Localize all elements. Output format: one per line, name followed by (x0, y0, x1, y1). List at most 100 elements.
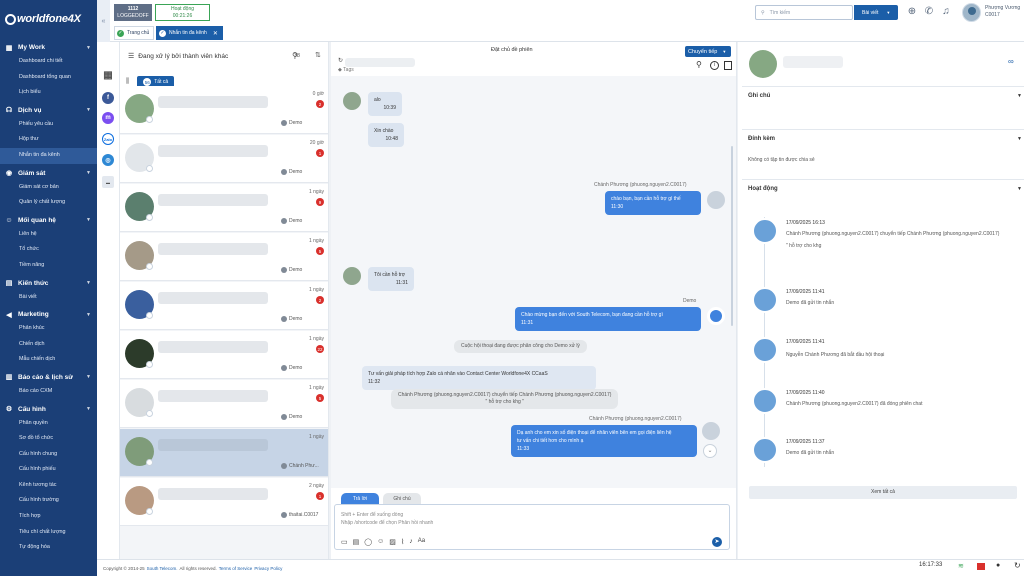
info-icon[interactable]: i (710, 61, 719, 70)
section-my-work[interactable]: ▦ My Work ▼ (0, 41, 97, 54)
sidebar-item-organizations[interactable]: Tổ chức (0, 242, 97, 258)
scrollbar[interactable] (731, 146, 733, 326)
section-knowledge[interactable]: ▤ Kiến thức ▼ (0, 277, 97, 290)
search-icon[interactable]: ⚲ (292, 51, 298, 60)
terms-link[interactable]: Terms of Service (219, 566, 253, 571)
sidebar-item-mailbox[interactable]: Hộp thư (0, 132, 97, 148)
activity-status[interactable]: Hoạt động 00:21:26 (155, 4, 210, 21)
conversation-row-selected[interactable]: 1 ngày Chánh Phư... (120, 429, 328, 477)
sidebar-item-articles[interactable]: Bài viết (0, 290, 97, 306)
tab-home[interactable]: ✓ Trang chủ (114, 26, 155, 40)
sidebar-item-leads[interactable]: Tiềm năng (0, 258, 97, 274)
sidebar-item-cxm-report[interactable]: Báo cáo CXM (0, 384, 97, 400)
sidebar-item-campaign-templates[interactable]: Mẫu chiến dịch (0, 352, 97, 368)
message-compose[interactable]: Shift + Enter để xuống dòng Nhập /shortco… (334, 504, 730, 550)
sidebar-item-omnichannel[interactable]: Nhắn tin đa kênh (0, 147, 97, 164)
app-logo[interactable]: worldfone4X (0, 0, 97, 38)
sidebar-item-org-chart[interactable]: Sơ đồ tổ chức (0, 431, 97, 447)
image-icon[interactable]: ▨ (389, 538, 396, 546)
logo-text: worldfone4X (17, 13, 81, 25)
privacy-link[interactable]: Privacy Policy (254, 566, 282, 571)
user-avatar[interactable] (962, 3, 981, 22)
section-relations[interactable]: ☺ Mối quan hệ ▼ (0, 214, 97, 227)
section-monitoring[interactable]: ◉ Giám sát ▼ (0, 167, 97, 180)
footer: Copyright © 2014-25 South Telecom. All r… (97, 559, 1024, 576)
link-icon[interactable]: ∞ (1008, 57, 1014, 66)
activity-section[interactable]: Hoạt động ▼ (742, 179, 1024, 201)
attach-icon[interactable]: ⌇ (401, 538, 404, 546)
bell-icon[interactable]: ♫ (940, 6, 952, 18)
panel-toggle-icon[interactable] (724, 61, 732, 70)
conversation-row[interactable]: 1 ngày 5 Demo (120, 380, 328, 428)
conversation-row[interactable]: 0 giờ 2 Demo (120, 86, 328, 134)
add-icon[interactable]: ⊕ (906, 6, 918, 18)
user-info[interactable]: Phượng Vương C0017 (985, 5, 1020, 19)
sidebar-item-basic-monitoring[interactable]: Giám sát cơ bản (0, 180, 97, 196)
chat-bubble-icon[interactable]: ◯ (364, 538, 372, 546)
grid-icon[interactable]: ▦ (102, 69, 114, 81)
sidebar-item-integration[interactable]: Tích hợp (0, 509, 97, 525)
notes-section[interactable]: Ghi chú ▼ (742, 86, 1024, 121)
conversation-row[interactable]: 1 ngày 2 Demo (120, 282, 328, 330)
tags-row[interactable]: ◆ Tags (338, 67, 354, 73)
extension-status[interactable]: 1112 LOGGEDOFF (114, 4, 152, 21)
attachments-section[interactable]: Đính kèm ▼ Không có tập tin được chia sẻ (742, 129, 1024, 174)
sidebar-item-ticket-config[interactable]: Cấu hình phiếu (0, 462, 97, 478)
company-link[interactable]: South Telecom. (147, 566, 178, 571)
emoji-icon[interactable]: ☺ (377, 538, 384, 546)
chat-topic-title[interactable]: Đặt chủ đề phiên (491, 47, 533, 53)
refresh-icon[interactable]: ↻ (338, 57, 343, 64)
section-services[interactable]: ☊ Dịch vụ ▼ (0, 104, 97, 117)
sidebar-item-general-config[interactable]: Cấu hình chung (0, 447, 97, 463)
search-icon[interactable]: ⚲ (696, 60, 702, 69)
scroll-down-button[interactable]: ⌄ (703, 444, 717, 458)
sidebar-item-automation[interactable]: Tự động hóa (0, 540, 97, 556)
section-reports[interactable]: ▥ Báo cáo & lịch sử ▼ (0, 371, 97, 384)
chevron-down-icon: ▼ (86, 406, 91, 412)
sidebar-item-field-config[interactable]: Cấu hình trường (0, 493, 97, 509)
sidebar-item-dashboard-detail[interactable]: Dashboard chi tiết (0, 54, 97, 70)
sidebar-item-calendar[interactable]: Lịch biểu (0, 85, 97, 101)
collapse-sidebar-button[interactable]: « (97, 0, 110, 42)
phone-icon[interactable]: ✆ (923, 6, 935, 18)
facebook-icon[interactable]: f (102, 92, 114, 104)
close-icon[interactable]: ✕ (213, 30, 218, 37)
conversation-row[interactable]: 1 ngày 5 Demo (120, 233, 328, 281)
sidebar-item-campaigns[interactable]: Chiến dịch (0, 337, 97, 353)
sidebar-item-segments[interactable]: Phản khúc (0, 321, 97, 337)
contact-name-blurred (345, 58, 415, 67)
quick-reply-icon[interactable]: ▤ (353, 538, 360, 546)
sidebar-item-quality-criteria[interactable]: Tiêu chí chất lượng (0, 525, 97, 541)
text-format-icon[interactable]: Aa (418, 538, 425, 546)
conversation-row[interactable]: 2 ngày 1 thaitai.C0017 (120, 478, 328, 526)
sidebar-item-permissions[interactable]: Phân quyền (0, 416, 97, 432)
transfer-button[interactable]: Chuyển tiếp ▼ (685, 46, 731, 57)
microphone-icon[interactable]: ♪ (409, 538, 413, 546)
settings-sliders-icon[interactable]: ⫼ (126, 78, 129, 86)
search-scope-select[interactable]: Bài viết ▼ (854, 5, 898, 20)
section-marketing[interactable]: ◀ Marketing ▼ (0, 308, 97, 321)
see-all-button[interactable]: Xem tất cả (749, 486, 1017, 499)
sidebar-item-dashboard-overview[interactable]: Dashboard tổng quan (0, 70, 97, 86)
sidebar-item-quality[interactable]: Quản lý chất lượng (0, 195, 97, 211)
template-icon[interactable]: ▭ (341, 538, 348, 546)
conversation-row[interactable]: 1 ngày 9 Demo (120, 184, 328, 232)
sidebar-item-contacts[interactable]: Liên hệ (0, 227, 97, 243)
conversation-row[interactable]: 20 giờ 1 Demo (120, 135, 328, 183)
filter-list-icon: ☰ (128, 53, 135, 60)
search-input[interactable]: ⚲ Tìm kiếm (755, 5, 853, 20)
send-button[interactable]: ➤ (712, 537, 722, 547)
webchat-icon[interactable]: ◎ (102, 154, 114, 166)
conversation-row[interactable]: 1 ngày 22 Demo (120, 331, 328, 379)
sidebar-item-channels[interactable]: Kênh tương tác (0, 478, 97, 494)
message-time: 11:31 (521, 320, 534, 326)
more-channels-icon[interactable]: ▬ (102, 176, 114, 188)
zalo-icon[interactable]: Zalo (102, 133, 114, 145)
tab-omnichannel[interactable]: ✓ Nhắn tin đa kênh ✕ (156, 26, 223, 40)
sync-icon[interactable]: ↻ (1014, 561, 1021, 570)
sidebar-item-tickets[interactable]: Phiếu yêu cầu (0, 117, 97, 133)
agent-name: Demo (289, 267, 303, 273)
messenger-icon[interactable]: m (102, 112, 114, 124)
section-config[interactable]: ⚙ Cấu hình ▼ (0, 403, 97, 416)
sort-icon[interactable]: ⇅ (315, 51, 321, 59)
